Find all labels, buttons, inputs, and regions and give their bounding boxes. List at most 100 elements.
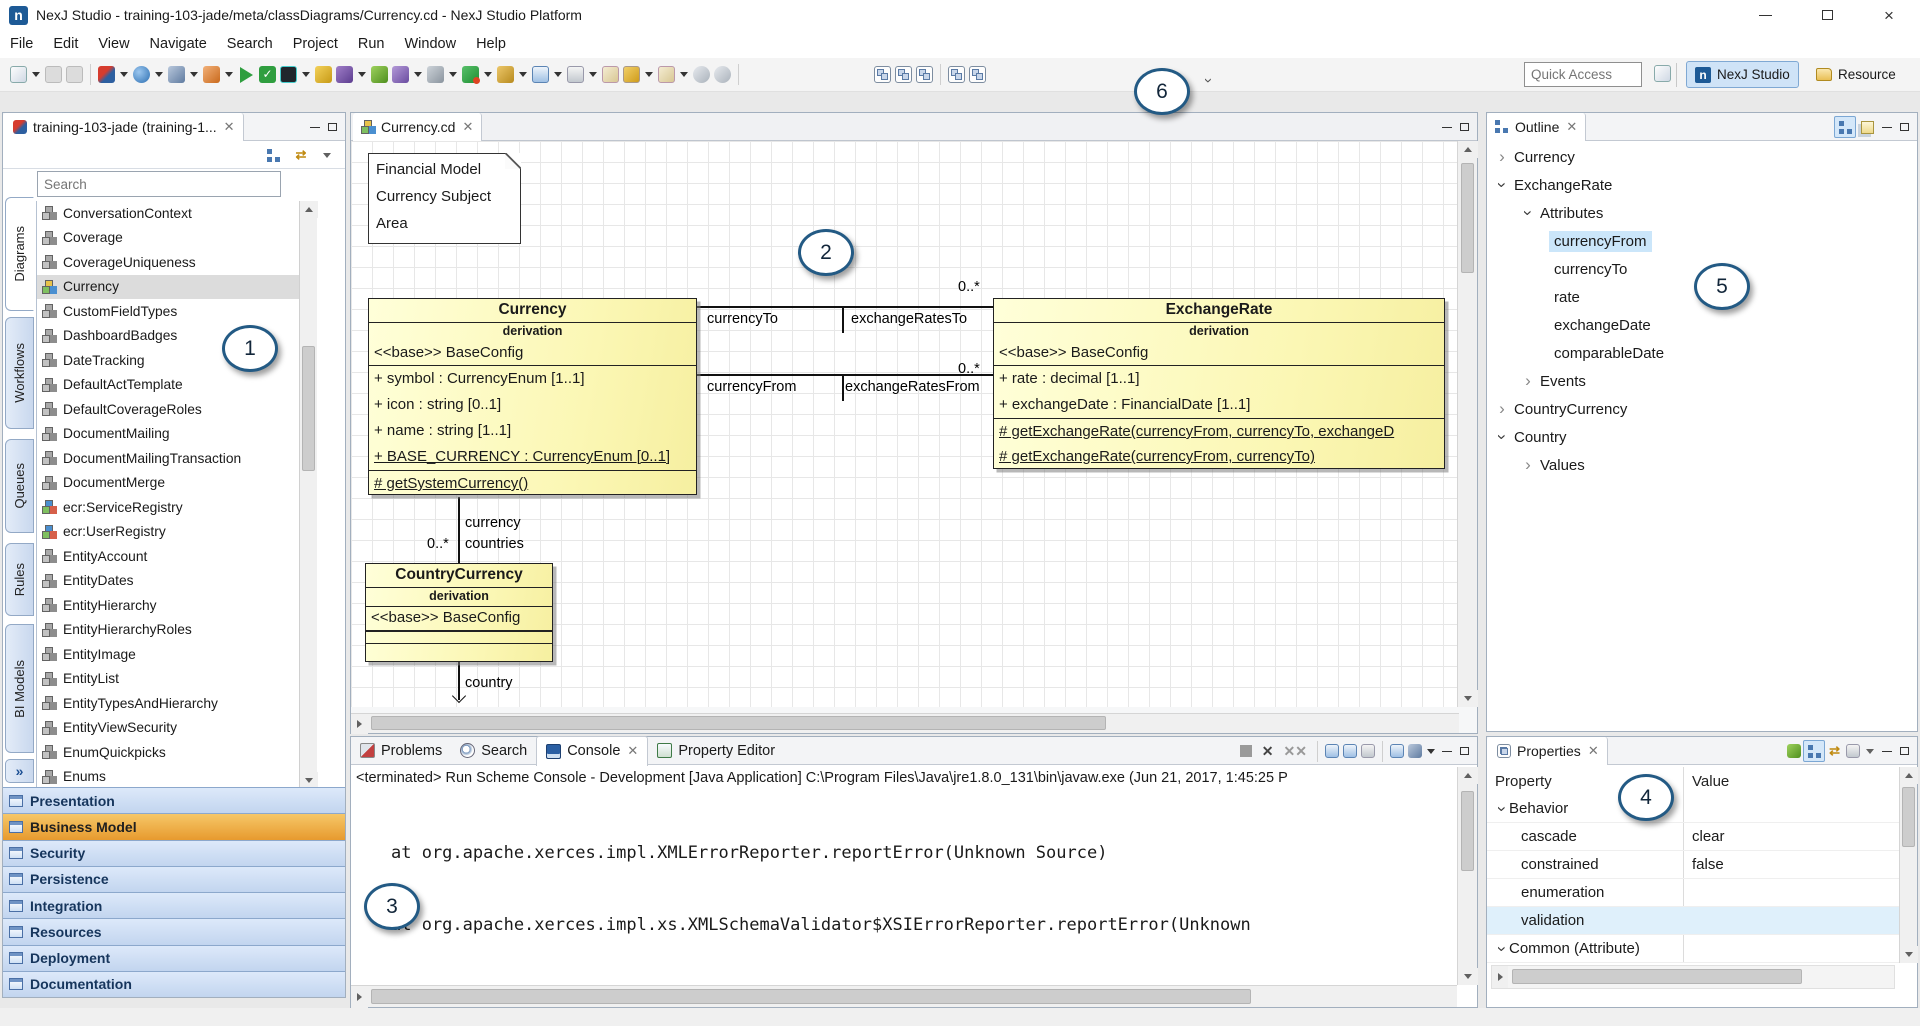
outline-row-events[interactable]: ›Events — [1487, 367, 1917, 395]
toolbar-overflow-chevron-icon[interactable]: › — [1200, 78, 1217, 83]
outline-tab-close-icon[interactable]: ✕ — [1566, 119, 1577, 135]
outline-maximize-button[interactable] — [1900, 123, 1909, 131]
editor-tab-close-icon[interactable]: ✕ — [462, 119, 473, 135]
open-perspective-icon[interactable] — [1654, 65, 1671, 82]
diagram-canvas[interactable]: Financial Model Currency Subject Area cu… — [351, 141, 1459, 707]
scheme-run-dropdown[interactable] — [484, 72, 492, 77]
explorer-scrollbar[interactable] — [299, 201, 317, 789]
metadata-dropdown[interactable] — [358, 72, 366, 77]
new-wizard-dropdown[interactable] — [32, 72, 40, 77]
scroll-lock-icon[interactable] — [1343, 744, 1357, 758]
run-icon[interactable] — [240, 67, 253, 83]
properties-tree-view-button[interactable] — [1803, 740, 1825, 762]
list-item[interactable]: DocumentMailingTransaction — [37, 446, 299, 471]
redo-icon[interactable] — [623, 66, 640, 83]
property-group-behavior[interactable]: ›Behavior — [1487, 795, 1899, 823]
list-item[interactable]: EntityHierarchy — [37, 593, 299, 618]
view-menu-chevron-icon[interactable] — [317, 145, 337, 165]
section-deployment[interactable]: Deployment — [3, 945, 345, 971]
menu-search[interactable]: Search — [217, 33, 283, 55]
statistics-icon[interactable] — [427, 66, 444, 83]
console-vscroll-thumb[interactable] — [1461, 791, 1474, 871]
save-all-icon[interactable] — [66, 66, 83, 83]
shield-icon[interactable] — [315, 66, 332, 83]
validate-icon[interactable]: ✓ — [259, 66, 276, 83]
section-security[interactable]: Security — [3, 840, 345, 866]
list-item[interactable]: EnumQuickpicks — [37, 740, 299, 765]
nav-back-icon[interactable] — [693, 66, 710, 83]
menu-file[interactable]: File — [0, 33, 43, 55]
console-hscroll-thumb[interactable] — [371, 989, 1251, 1004]
list-item[interactable]: EntityDates — [37, 569, 299, 594]
scroll-right-button[interactable] — [1492, 966, 1508, 988]
metadata-icon[interactable] — [336, 66, 353, 83]
column-value[interactable]: Value — [1683, 773, 1729, 790]
properties-hscroll-thumb[interactable] — [1512, 969, 1802, 984]
properties-tab[interactable]: Properties ✕ — [1487, 737, 1608, 765]
section-presentation[interactable]: Presentation — [3, 787, 345, 813]
minimize-button[interactable] — [1734, 0, 1796, 30]
forward-dropdown[interactable] — [680, 72, 688, 77]
import-icon[interactable] — [532, 66, 549, 83]
forward-icon[interactable] — [658, 66, 675, 83]
list-item[interactable]: EntityList — [37, 667, 299, 692]
properties-vscroll-thumb[interactable] — [1902, 787, 1915, 847]
menu-view[interactable]: View — [88, 33, 139, 55]
import-dropdown[interactable] — [554, 72, 562, 77]
list-item[interactable]: DocumentMerge — [37, 471, 299, 496]
editor-maximize-button[interactable] — [1460, 123, 1469, 131]
vtab-rules[interactable]: Rules — [5, 543, 34, 616]
export-xsl-icon[interactable] — [567, 66, 584, 83]
new-model-icon[interactable] — [98, 66, 115, 83]
display-console-icon[interactable] — [1408, 744, 1422, 758]
publish-icon[interactable] — [133, 66, 150, 83]
vtab-diagrams[interactable]: Diagrams — [5, 197, 34, 311]
list-item[interactable]: ecr:ServiceRegistry — [37, 495, 299, 520]
list-item-selected[interactable]: Currency — [37, 275, 299, 300]
editor-hscroll-thumb[interactable] — [371, 716, 1106, 730]
editor-hscrollbar[interactable] — [351, 713, 1459, 733]
outline-row-currency[interactable]: ›Currency — [1487, 143, 1917, 171]
redo-dropdown[interactable] — [645, 72, 653, 77]
explorer-tab[interactable]: training-103-jade (training-1... ✕ — [3, 113, 244, 141]
scroll-up-button[interactable] — [300, 201, 318, 218]
section-integration[interactable]: Integration — [3, 892, 345, 918]
scroll-down-button[interactable] — [1900, 946, 1918, 963]
editor-tab-currency-cd[interactable]: Currency.cd ✕ — [353, 113, 482, 141]
list-item[interactable]: Coverage — [37, 226, 299, 251]
bug-icon[interactable] — [371, 66, 388, 83]
list-item[interactable]: ecr:UserRegistry — [37, 520, 299, 545]
tab-search[interactable]: Search — [451, 736, 536, 766]
server-icon[interactable] — [168, 66, 185, 83]
table-view-icon[interactable] — [1846, 744, 1860, 758]
list-item[interactable]: ConversationContext — [37, 201, 299, 226]
word-wrap-icon[interactable] — [1361, 744, 1375, 758]
list-item[interactable]: DocumentMailing — [37, 422, 299, 447]
outline-tree-view-button[interactable] — [1834, 116, 1856, 138]
menu-run[interactable]: Run — [348, 33, 395, 55]
vtab-more[interactable]: » — [5, 759, 34, 783]
section-resources[interactable]: Resources — [3, 918, 345, 944]
console-minimize-button[interactable] — [1442, 751, 1452, 752]
scroll-up-button[interactable] — [1900, 767, 1918, 784]
console-maximize-button[interactable] — [1460, 747, 1469, 755]
open-console-dropdown[interactable] — [1427, 749, 1435, 754]
outline-tab[interactable]: Outline ✕ — [1487, 113, 1586, 141]
nav-forward-icon[interactable] — [714, 66, 731, 83]
layout-tree-icon[interactable] — [969, 66, 986, 83]
menu-edit[interactable]: Edit — [43, 33, 88, 55]
menu-navigate[interactable]: Navigate — [140, 33, 217, 55]
editor-minimize-button[interactable] — [1442, 127, 1452, 128]
quick-access-input[interactable] — [1524, 62, 1642, 87]
uml-class-exchangerate[interactable]: ExchangeRate derivation <<base>> BaseCon… — [993, 298, 1445, 469]
scroll-right-button[interactable] — [351, 986, 368, 1008]
layout-grid-icon[interactable] — [948, 66, 965, 83]
property-row-cascade[interactable]: cascade clear — [1487, 823, 1899, 851]
list-item[interactable]: CustomFieldTypes — [37, 299, 299, 324]
explorer-maximize-button[interactable] — [328, 123, 337, 131]
outline-row-countrycurrency[interactable]: ›CountryCurrency — [1487, 395, 1917, 423]
pin-console-icon[interactable] — [1390, 744, 1404, 758]
property-row-constrained[interactable]: constrained false — [1487, 851, 1899, 879]
properties-maximize-button[interactable] — [1900, 747, 1909, 755]
section-persistence[interactable]: Persistence — [3, 866, 345, 892]
